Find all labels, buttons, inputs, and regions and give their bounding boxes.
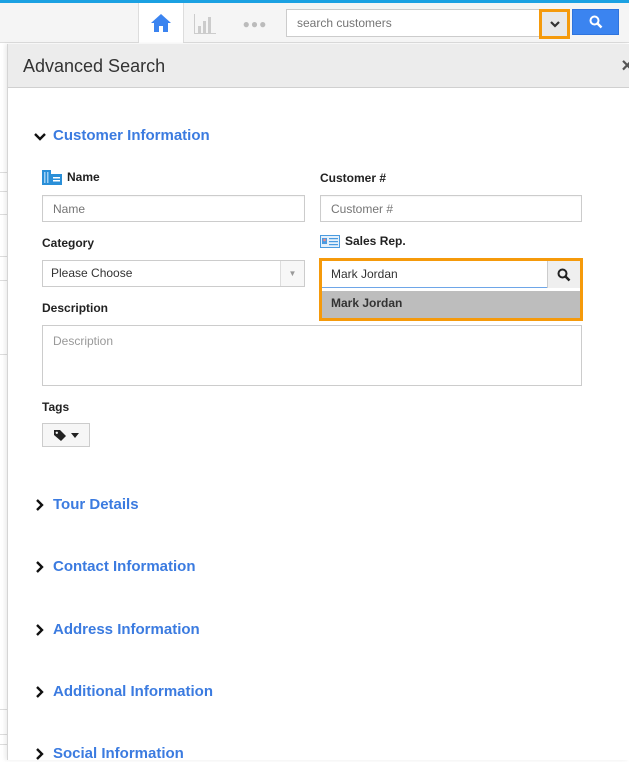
name-input[interactable] xyxy=(42,195,305,222)
section-address-information[interactable]: Address Information xyxy=(33,621,200,638)
tags-dropdown-button[interactable] xyxy=(42,423,90,447)
nav-reports-button[interactable] xyxy=(192,13,218,35)
chevron-right-icon xyxy=(36,747,44,760)
panel-title: Advanced Search xyxy=(23,56,166,76)
advanced-search-panel: Advanced Search × Customer Information N… xyxy=(7,44,629,762)
search-icon xyxy=(557,268,571,281)
close-icon[interactable]: × xyxy=(621,56,629,76)
category-select[interactable]: Please Choose ▼ xyxy=(42,260,305,287)
home-icon xyxy=(151,14,171,32)
chevron-down-icon xyxy=(34,132,46,141)
id-card-icon xyxy=(320,234,340,248)
building-icon xyxy=(42,170,62,185)
sales-rep-suggestion[interactable]: Mark Jordan xyxy=(322,291,580,318)
customer-search-input[interactable] xyxy=(286,9,566,37)
tags-label: Tags xyxy=(42,400,70,414)
chevron-right-icon xyxy=(36,685,44,698)
nav-more-button[interactable]: ●●● xyxy=(240,15,270,33)
nav-home-button[interactable] xyxy=(138,3,184,43)
search-button[interactable] xyxy=(572,9,619,35)
category-selected-value: Please Choose xyxy=(51,266,133,280)
caret-down-icon: ▼ xyxy=(280,261,304,286)
search-icon xyxy=(589,15,602,29)
section-label: Tour Details xyxy=(53,496,139,513)
section-contact-information[interactable]: Contact Information xyxy=(33,558,196,575)
section-label: Social Information xyxy=(53,745,184,762)
name-label: Name xyxy=(42,169,100,185)
customer-number-label: Customer # xyxy=(320,171,387,185)
sales-rep-input[interactable]: Mark Jordan xyxy=(322,261,547,288)
customer-number-input[interactable] xyxy=(320,195,582,222)
section-label: Address Information xyxy=(53,621,200,638)
description-label: Description xyxy=(42,301,109,315)
description-textarea[interactable]: Description xyxy=(42,325,582,386)
section-label: Additional Information xyxy=(53,683,213,700)
advanced-search-toggle[interactable] xyxy=(539,9,570,39)
chevron-right-icon xyxy=(36,623,44,636)
chevron-right-icon xyxy=(36,560,44,573)
section-social-information[interactable]: Social Information xyxy=(33,745,184,762)
sales-rep-autocomplete: Mark Jordan Mark Jordan xyxy=(319,258,583,321)
ellipsis-icon: ●●● xyxy=(242,17,268,31)
tag-icon xyxy=(54,429,66,441)
description-placeholder: Description xyxy=(53,334,114,348)
chevron-right-icon xyxy=(36,498,44,511)
section-tour-details[interactable]: Tour Details xyxy=(33,496,139,513)
panel-header: Advanced Search × xyxy=(8,44,629,88)
category-label: Category xyxy=(42,236,95,250)
section-additional-information[interactable]: Additional Information xyxy=(33,683,213,700)
sales-rep-search-button[interactable] xyxy=(547,261,580,288)
top-toolbar: ●●● xyxy=(0,3,629,43)
section-label: Customer Information xyxy=(53,127,210,144)
chevron-down-icon xyxy=(549,21,560,28)
caret-down-icon xyxy=(71,432,79,438)
section-label: Contact Information xyxy=(53,558,196,575)
section-customer-information[interactable]: Customer Information xyxy=(33,127,210,144)
bar-chart-icon xyxy=(194,14,216,34)
sales-rep-label: Sales Rep. xyxy=(320,234,406,248)
